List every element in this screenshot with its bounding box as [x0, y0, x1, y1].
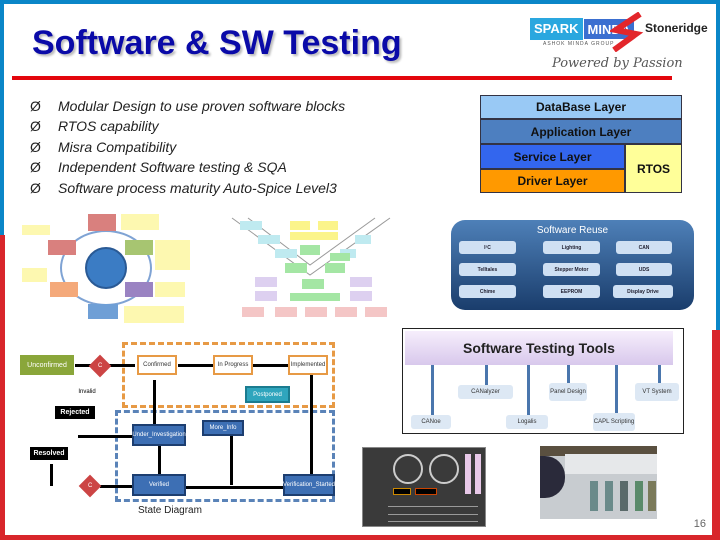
tool-item: VT System	[635, 383, 679, 401]
state-postponed: Postponed	[245, 386, 290, 403]
state-unconfirmed: Unconfirmed	[20, 355, 74, 375]
reuse-item: Stepper Motor	[543, 263, 600, 276]
bullet-item: Ø Software process maturity Auto-Spice Le…	[30, 179, 337, 196]
reuse-item: EEPROM	[543, 285, 600, 298]
frame-top	[0, 0, 720, 4]
testing-tools-diagram: Software Testing Tools CANoe CANalyzer L…	[402, 328, 684, 434]
state-diagram-caption: State Diagram	[138, 505, 202, 516]
tool-item: Panel Design	[549, 383, 587, 401]
state-under-investigation: Under_Investigation	[132, 424, 186, 446]
v-model-image	[231, 217, 391, 317]
reuse-item: UDS	[616, 263, 672, 276]
frame-left-red	[0, 235, 5, 540]
stoneridge-logo: Stoneridge	[645, 21, 708, 35]
state-diagram: Unconfirmed C Invalid Rejected Resolved …	[20, 340, 340, 530]
service-layer: Service Layer	[480, 144, 625, 169]
bullet-item: Ø Modular Design to use proven software b…	[30, 98, 346, 114]
state-more-info: More_Info	[202, 420, 244, 436]
reuse-item: Display Drive	[613, 285, 673, 298]
state-rejected: Rejected	[55, 406, 95, 419]
tools-title: Software Testing Tools	[405, 331, 673, 365]
software-quality-cycle-image	[20, 210, 190, 325]
state-verified: Verified	[132, 474, 186, 496]
driver-layer: Driver Layer	[480, 169, 625, 193]
decision-node: C	[88, 354, 112, 378]
software-reuse-panel: Software Reuse I²C Lighting CAN Telltale…	[451, 220, 694, 310]
reuse-item: Telltales	[459, 263, 516, 276]
vt-system-hardware-photo	[540, 446, 657, 519]
title-underline	[224, 76, 672, 80]
application-layer: Application Layer	[480, 119, 682, 144]
reuse-item: Chime	[459, 285, 516, 298]
reuse-item: Lighting	[543, 241, 600, 254]
state-implemented: Implemented	[288, 355, 328, 375]
database-layer: DataBase Layer	[480, 95, 682, 119]
frame-right	[716, 0, 720, 330]
reuse-title: Software Reuse	[536, 225, 609, 236]
frame-left	[0, 0, 4, 235]
state-verification-started: Verification_Started	[283, 474, 335, 496]
state-confirmed: Confirmed	[137, 355, 177, 375]
tool-item: CAPL Scripting	[593, 413, 635, 431]
reuse-item: CAN	[616, 241, 672, 254]
state-in-progress: In Progress	[213, 355, 253, 375]
rtos-layer: RTOS	[625, 144, 682, 193]
frame-bottom	[0, 535, 720, 540]
reuse-item: I²C	[459, 241, 516, 254]
tool-item: CANalyzer	[458, 385, 513, 399]
bullet-list: Ø Modular Design to use proven software b…	[30, 98, 345, 200]
title-underline	[12, 76, 224, 80]
bullet-item: Ø Misra Compatibility	[30, 138, 177, 155]
stoneridge-s-icon	[610, 12, 644, 52]
panel-design-screenshot	[362, 447, 486, 527]
bullet-item: Ø RTOS capability	[30, 118, 159, 135]
decision-node: C	[78, 474, 102, 498]
state-resolved: Resolved	[30, 447, 68, 460]
label-invalid: Invalid	[78, 389, 96, 395]
bullet-item: Ø Independent Software testing & SQA	[30, 159, 287, 176]
slide-title: Software & SW Testing	[32, 24, 402, 62]
tool-item: CANoe	[411, 415, 451, 429]
frame-right-red	[712, 330, 720, 540]
logo-group: ASHOK MINDA GROUP	[543, 41, 615, 47]
page-number: 16	[693, 518, 706, 530]
signature: Powered by Passion	[552, 56, 683, 71]
tool-item: Logalis	[506, 415, 548, 429]
